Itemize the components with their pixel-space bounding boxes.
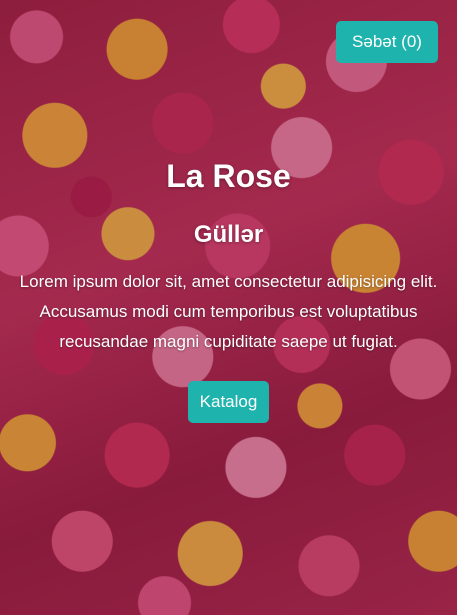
hero-subtitle: Güllər — [193, 221, 264, 248]
catalog-button[interactable]: Katalog — [187, 381, 270, 423]
cart-button[interactable]: Səbət (0) — [336, 21, 438, 63]
hero-section: Səbət (0) La Rose Güllər Lorem ipsum dol… — [0, 0, 457, 615]
hero-title: La Rose — [166, 158, 291, 194]
hero-description: Lorem ipsum dolor sit, amet consectetur … — [19, 272, 438, 351]
hero-content: La Rose Güllər Lorem ipsum dolor sit, am… — [0, 150, 457, 423]
